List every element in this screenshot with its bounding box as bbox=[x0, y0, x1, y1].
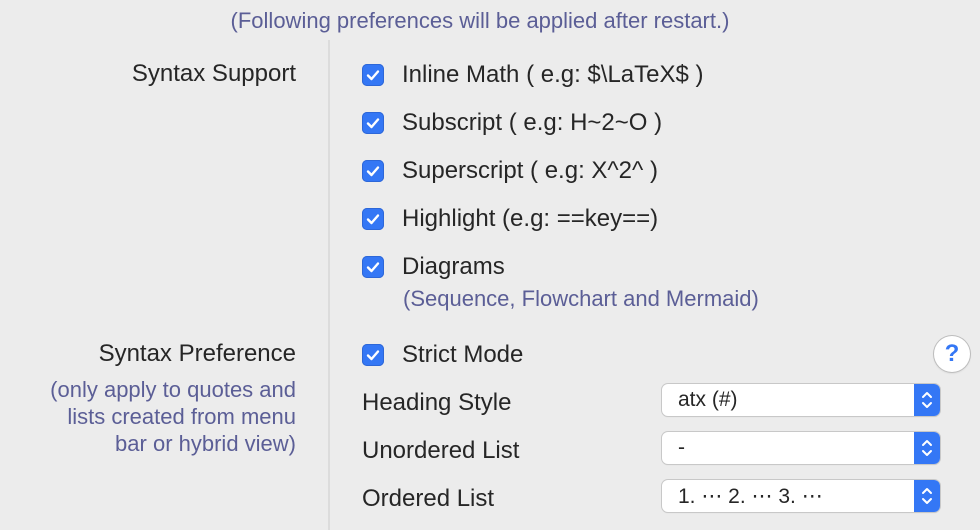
inline-math-option[interactable]: Inline Math ( e.g: $\LaTeX$ ) bbox=[362, 60, 704, 90]
highlight-label: Highlight (e.g: ==key==) bbox=[402, 205, 659, 232]
help-button[interactable]: ? bbox=[934, 336, 970, 372]
note-line: (only apply to quotes and bbox=[50, 377, 296, 402]
checkbox-checked-icon[interactable] bbox=[362, 208, 384, 230]
checkbox-checked-icon[interactable] bbox=[362, 256, 384, 278]
superscript-option[interactable]: Superscript ( e.g: X^2^ ) bbox=[362, 156, 658, 186]
unordered-list-label: Unordered List bbox=[362, 437, 520, 464]
heading-style-label: Heading Style bbox=[362, 389, 512, 416]
note-line: lists created from menu bbox=[67, 404, 296, 429]
checkbox-checked-icon[interactable] bbox=[362, 112, 384, 134]
heading-style-value: atx (#) bbox=[678, 388, 738, 411]
note-line: bar or hybrid view) bbox=[115, 431, 296, 456]
checkbox-checked-icon[interactable] bbox=[362, 344, 384, 366]
up-down-chevron-icon[interactable] bbox=[914, 432, 940, 464]
up-down-chevron-icon[interactable] bbox=[914, 480, 940, 512]
restart-notice: (Following preferences will be applied a… bbox=[230, 8, 730, 33]
diagrams-label: Diagrams bbox=[402, 253, 505, 280]
section-divider bbox=[328, 40, 330, 530]
checkbox-checked-icon[interactable] bbox=[362, 64, 384, 86]
ordered-list-label: Ordered List bbox=[362, 485, 495, 512]
highlight-option[interactable]: Highlight (e.g: ==key==) bbox=[362, 204, 658, 234]
up-down-chevron-icon[interactable] bbox=[914, 384, 940, 416]
heading-style-select[interactable]: atx (#) bbox=[662, 384, 940, 416]
unordered-list-value: - bbox=[678, 436, 685, 459]
strict-mode-option[interactable]: Strict Mode bbox=[362, 340, 523, 370]
inline-math-label: Inline Math ( e.g: $\LaTeX$ ) bbox=[402, 61, 704, 88]
unordered-list-select[interactable]: - bbox=[662, 432, 940, 464]
subscript-option[interactable]: Subscript ( e.g: H~2~O ) bbox=[362, 108, 662, 138]
syntax-preference-note: (only apply to quotes and lists created … bbox=[0, 376, 296, 457]
ordered-list-select[interactable]: 1. ⋯ 2. ⋯ 3. ⋯ bbox=[662, 480, 940, 512]
syntax-preference-label: Syntax Preference bbox=[98, 340, 296, 367]
diagrams-option[interactable]: Diagrams bbox=[362, 252, 505, 282]
subscript-label: Subscript ( e.g: H~2~O ) bbox=[402, 109, 663, 136]
syntax-support-label: Syntax Support bbox=[131, 60, 296, 87]
ordered-list-value: 1. ⋯ 2. ⋯ 3. ⋯ bbox=[678, 484, 823, 508]
checkbox-checked-icon[interactable] bbox=[362, 160, 384, 182]
superscript-label: Superscript ( e.g: X^2^ ) bbox=[402, 157, 658, 184]
strict-mode-label: Strict Mode bbox=[402, 341, 524, 368]
diagrams-sublabel: (Sequence, Flowchart and Mermaid) bbox=[403, 286, 759, 311]
